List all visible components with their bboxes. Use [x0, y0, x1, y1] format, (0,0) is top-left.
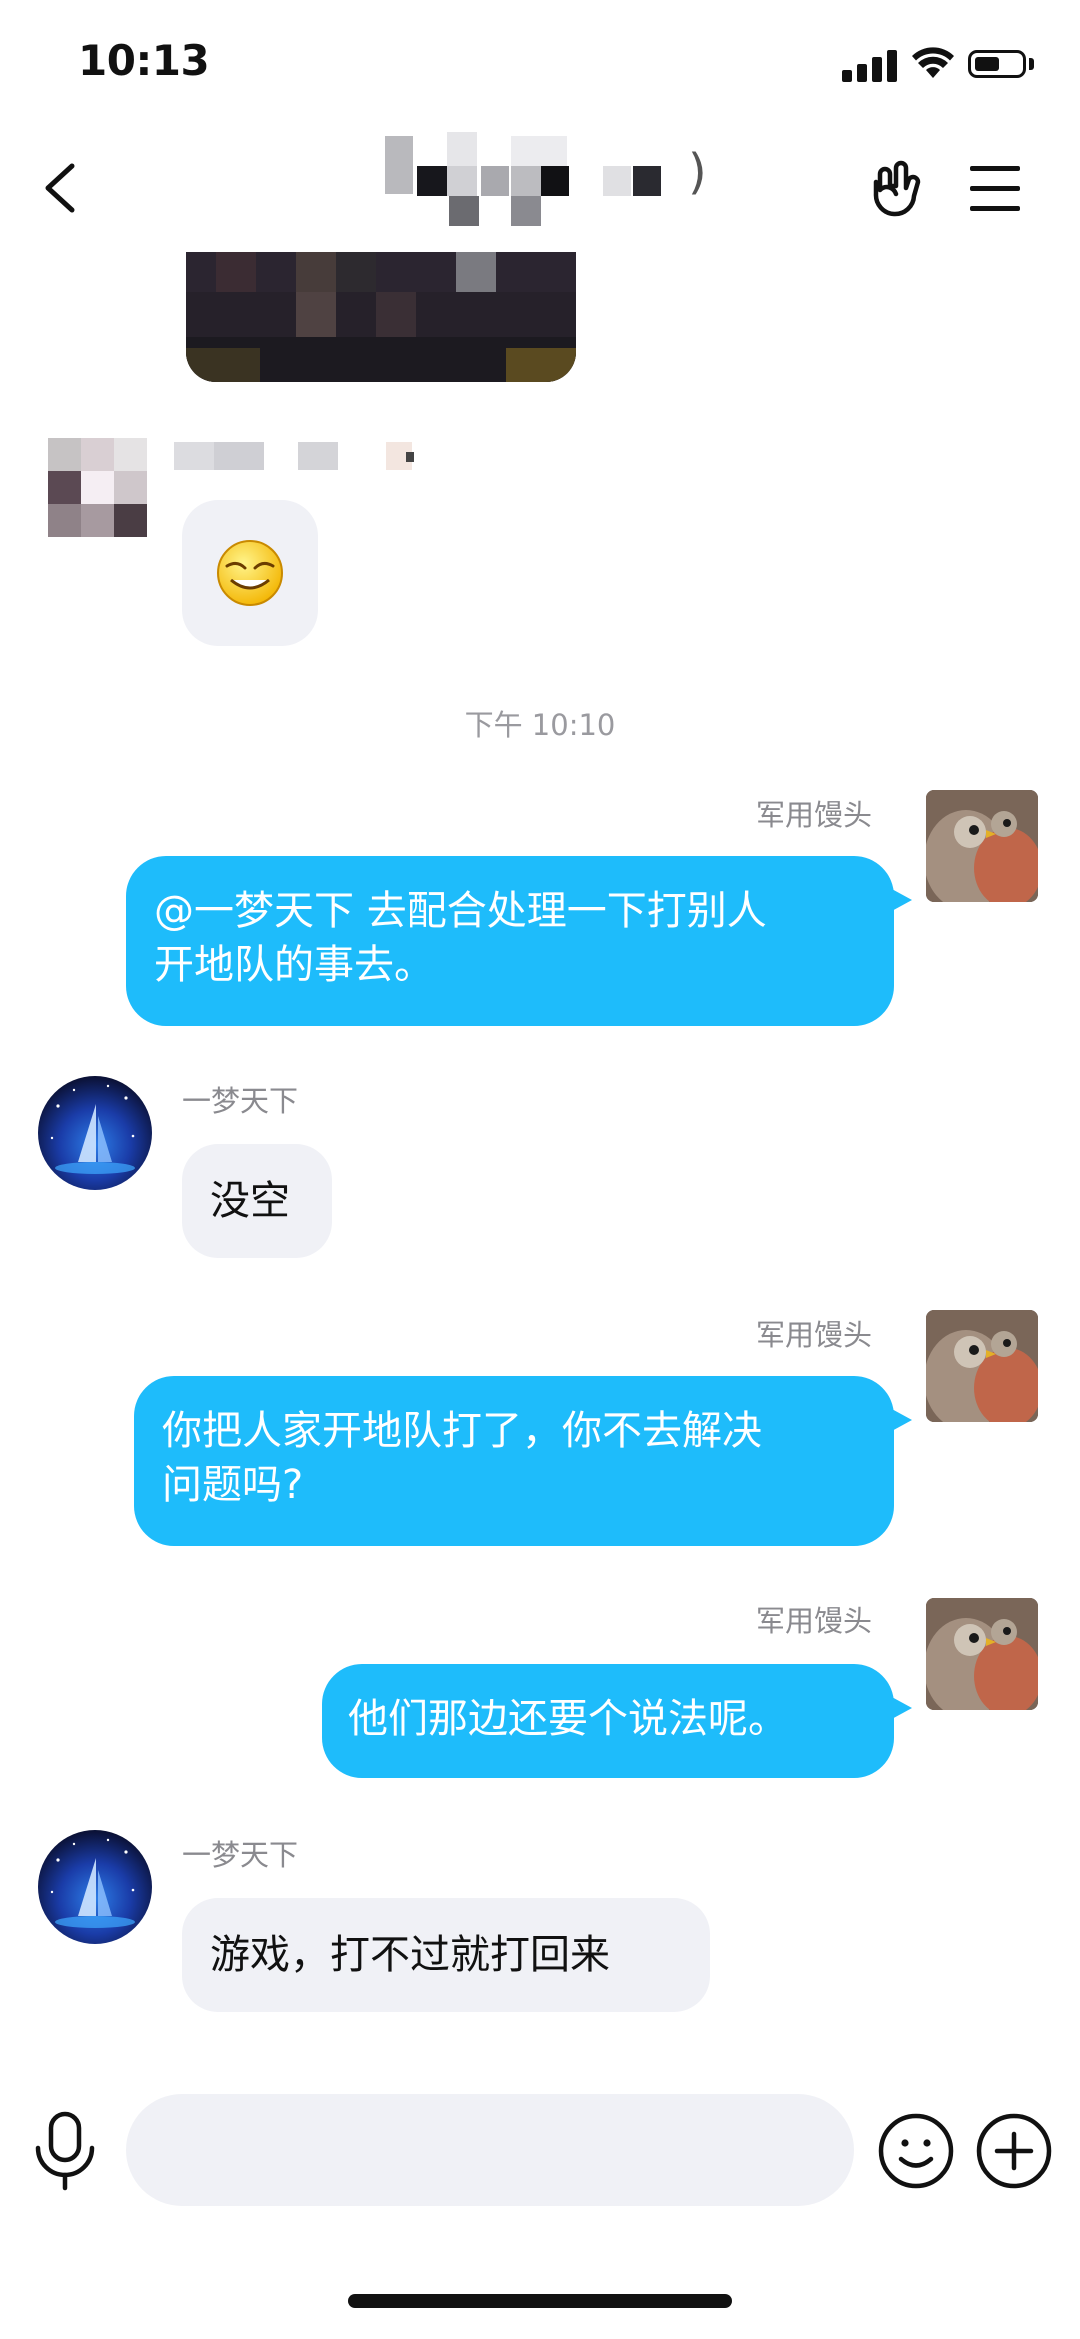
bubble-tail — [890, 1408, 912, 1432]
sender-name: 一梦天下 — [182, 1838, 299, 1872]
squint-smile-emoji-icon — [217, 540, 283, 606]
blurred-sender-name — [174, 442, 454, 470]
sender-avatar[interactable] — [38, 1076, 152, 1190]
battery-nub — [1029, 58, 1034, 70]
message-line: 你把人家开地队打了，你不去解决 — [162, 1408, 762, 1454]
status-time: 10:13 — [78, 36, 210, 85]
message-input[interactable] — [126, 2094, 854, 2206]
message-line: 问题吗? — [162, 1462, 304, 1508]
sender-avatar[interactable] — [926, 1598, 1038, 1710]
microphone-icon[interactable] — [30, 2110, 100, 2192]
message-text: 游戏，打不过就打回来 — [210, 1932, 610, 1978]
hamburger-menu-icon[interactable] — [970, 166, 1020, 212]
outgoing-message-bubble[interactable]: 他们那边还要个说法呢。 — [322, 1664, 894, 1778]
blurred-avatar[interactable] — [48, 438, 148, 538]
sender-avatar[interactable] — [926, 1310, 1038, 1422]
bird-avatar-icon — [926, 790, 1038, 902]
bird-avatar-icon — [926, 1598, 1038, 1710]
message-text: 他们那边还要个说法呢。 — [348, 1696, 788, 1742]
sender-name: 一梦天下 — [182, 1084, 299, 1118]
sender-avatar[interactable] — [926, 790, 1038, 902]
wifi-icon — [912, 47, 954, 78]
message-line: 开地队的事去。 — [154, 942, 434, 988]
cellular-signal-icon — [842, 48, 898, 82]
sender-name: 军用馒头 — [756, 798, 873, 832]
sender-avatar[interactable] — [38, 1830, 152, 1944]
night-sky-sailboat-avatar-icon — [50, 1084, 135, 1174]
incoming-message-bubble[interactable]: 没空 — [182, 1144, 332, 1258]
smiley-icon[interactable] — [877, 2112, 955, 2190]
bubble-tail — [890, 1696, 912, 1720]
rock-hand-icon[interactable] — [866, 160, 924, 218]
title-suffix: ) — [688, 144, 707, 200]
emoji-bubble[interactable] — [182, 500, 318, 646]
bubble-tail — [890, 888, 912, 912]
incoming-message-bubble[interactable]: 游戏，打不过就打回来 — [182, 1898, 710, 2012]
outgoing-message-bubble[interactable]: @一梦天下 去配合处理一下打别人 开地队的事去。 — [126, 856, 894, 1026]
battery-icon — [968, 50, 1026, 78]
group-title-blurred — [385, 132, 715, 232]
outgoing-message-bubble[interactable]: 你把人家开地队打了，你不去解决 问题吗? — [134, 1376, 894, 1546]
night-sky-sailboat-avatar-icon — [50, 1838, 135, 1928]
blurred-video-card[interactable] — [186, 252, 576, 382]
message-timestamp: 下午 10:10 — [464, 708, 616, 742]
bird-avatar-icon — [926, 1310, 1038, 1422]
home-indicator — [348, 2294, 732, 2308]
sender-name: 军用馒头 — [756, 1604, 873, 1638]
message-line: @一梦天下 去配合处理一下打别人 — [154, 888, 767, 934]
plus-circle-icon[interactable] — [975, 2112, 1053, 2190]
sender-name: 军用馒头 — [756, 1318, 873, 1352]
back-chevron-icon[interactable] — [40, 160, 80, 216]
message-text: 没空 — [210, 1178, 290, 1224]
